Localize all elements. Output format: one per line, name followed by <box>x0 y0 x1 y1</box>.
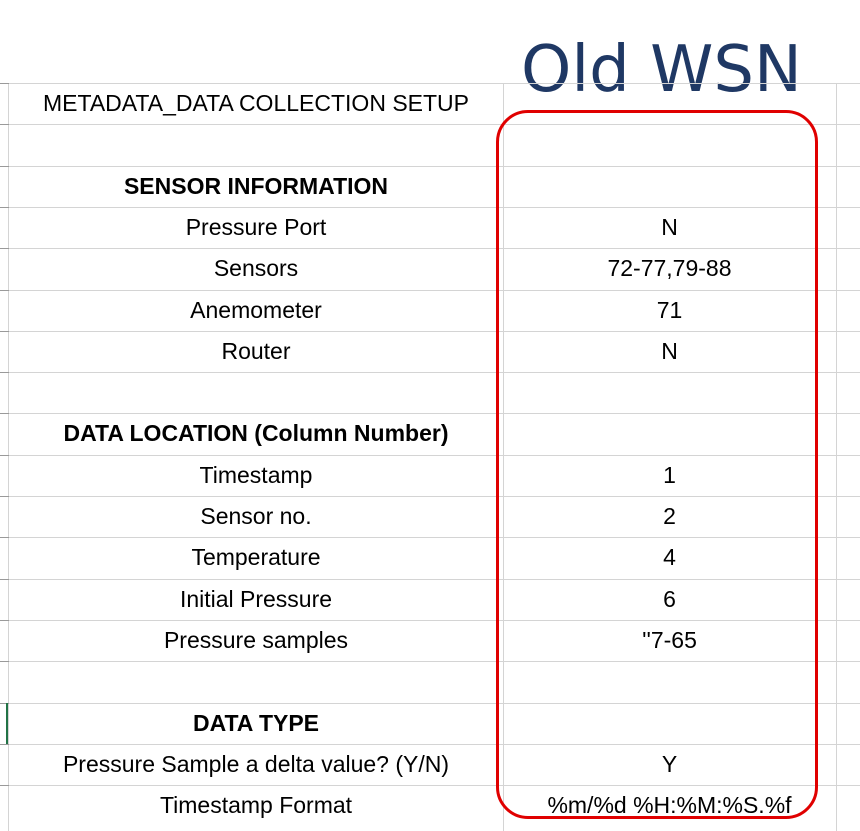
label-cell[interactable]: Timestamp Format <box>9 785 503 826</box>
label-cell[interactable] <box>9 661 503 702</box>
section-header-cell[interactable]: DATA TYPE <box>9 703 503 744</box>
label-cell[interactable] <box>9 124 503 165</box>
label-cell[interactable]: Initial Pressure <box>9 579 503 620</box>
section-header-cell[interactable]: DATA LOCATION (Column Number) <box>9 413 503 454</box>
sheet-title-cell[interactable]: METADATA_DATA COLLECTION SETUP <box>9 83 503 124</box>
section-header-cell[interactable]: SENSOR INFORMATION <box>9 166 503 207</box>
label-cell[interactable]: Timestamp <box>9 455 503 496</box>
label-cell[interactable]: Pressure Port <box>9 207 503 248</box>
label-cell[interactable]: Pressure Sample a delta value? (Y/N) <box>9 744 503 785</box>
old-wsn-highlight-box <box>496 110 818 819</box>
label-cell[interactable] <box>9 372 503 413</box>
label-cell[interactable]: Sensor no. <box>9 496 503 537</box>
label-cell[interactable]: Anemometer <box>9 290 503 331</box>
label-cell[interactable]: Temperature <box>9 537 503 578</box>
active-row-marker <box>6 703 8 744</box>
label-cell[interactable]: Router <box>9 331 503 372</box>
label-cell[interactable]: Sensors <box>9 248 503 289</box>
label-cell[interactable]: Pressure samples <box>9 620 503 661</box>
